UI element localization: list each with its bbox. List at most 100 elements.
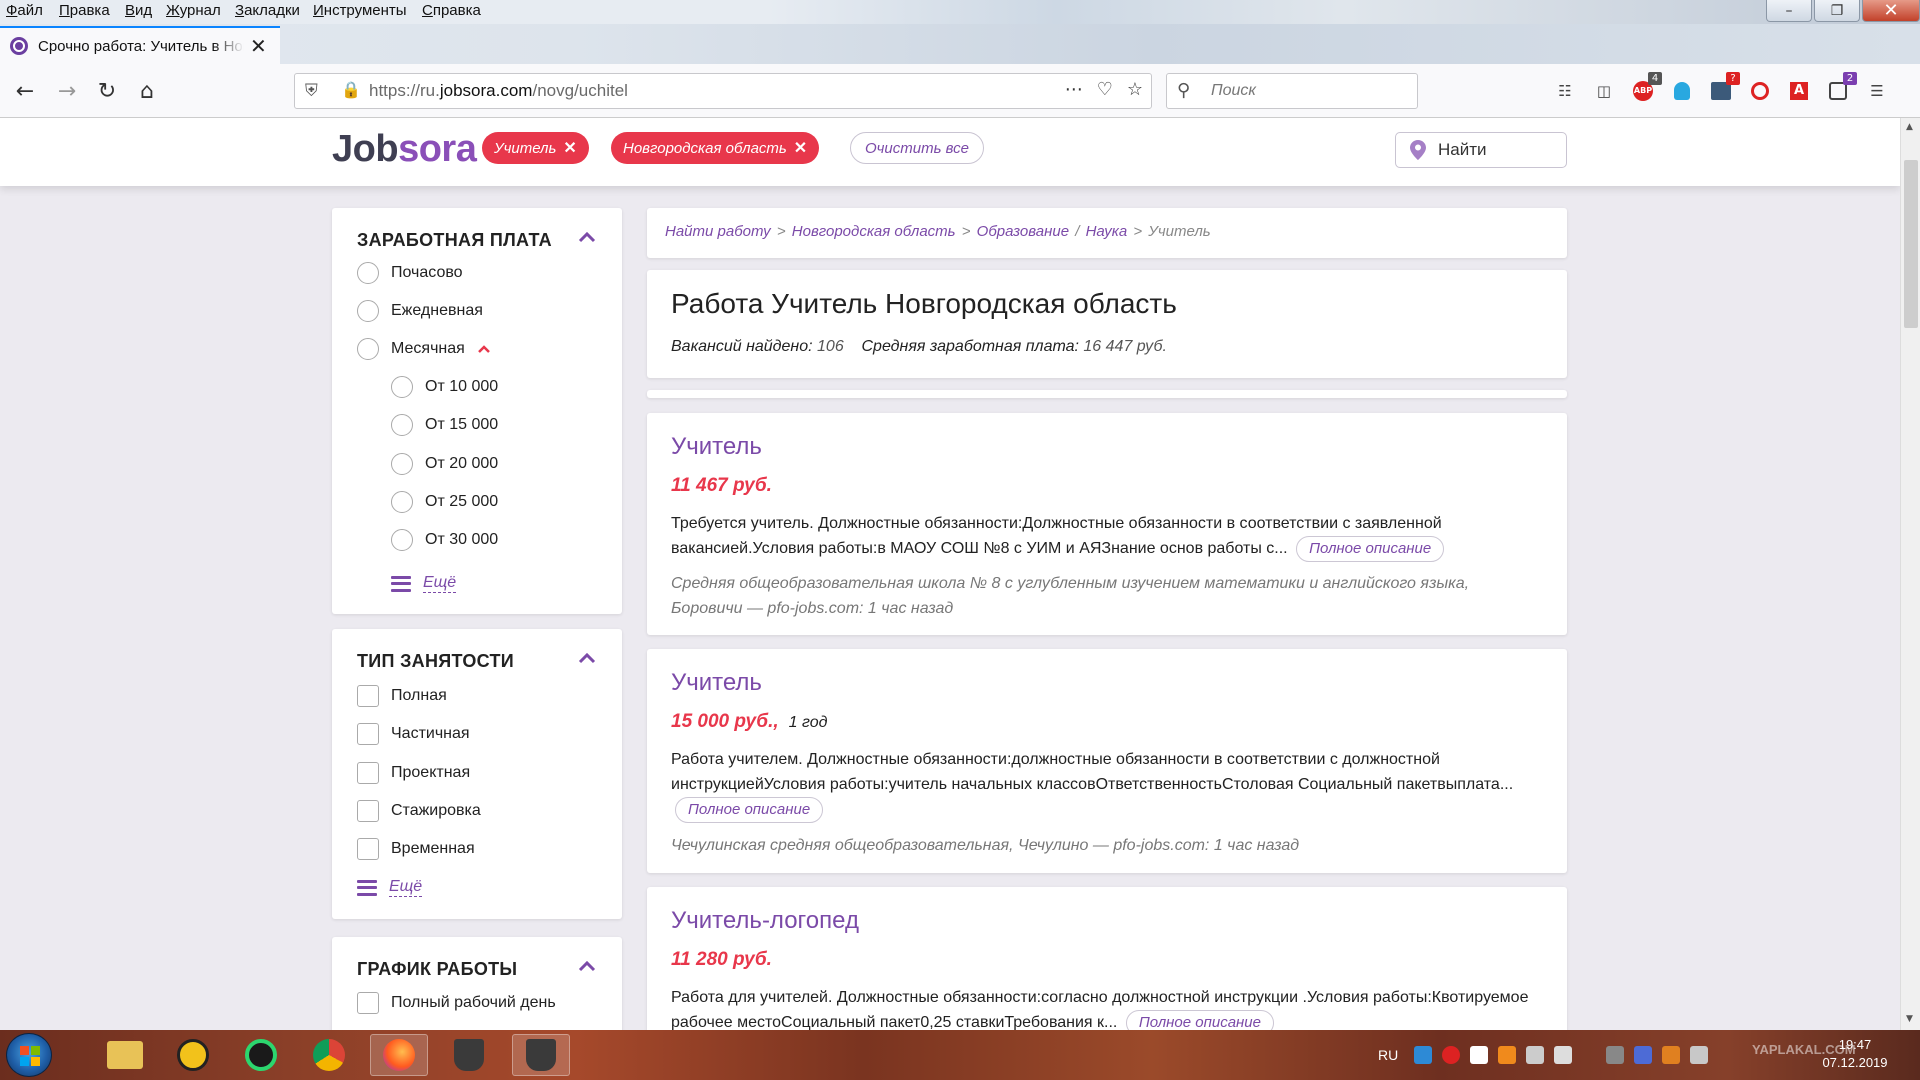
radio-button[interactable] [391, 491, 413, 513]
employment-option-internship[interactable]: Стажировка [357, 800, 481, 822]
find-button[interactable]: Найти [1395, 132, 1567, 168]
salary-sub-20000[interactable]: От 20 000 [391, 453, 498, 475]
menu-edit[interactable]: Правка [59, 2, 110, 19]
salary-sub-25000[interactable]: От 25 000 [391, 491, 498, 513]
menu-history[interactable]: Журнал [166, 2, 221, 19]
breadcrumb-region[interactable]: Новгородская область [792, 223, 956, 240]
tray-app-icon[interactable] [1470, 1046, 1489, 1064]
salary-sub-15000[interactable]: От 15 000 [391, 414, 498, 436]
checkbox[interactable] [357, 838, 379, 860]
breadcrumb-science[interactable]: Наука [1086, 223, 1128, 240]
salary-option-hourly[interactable]: Почасово [357, 262, 463, 284]
tray-app-icon[interactable] [1554, 1046, 1573, 1064]
full-description-button[interactable]: Полное описание [675, 797, 824, 823]
tray-app-icon[interactable] [1498, 1046, 1517, 1064]
adblock-icon[interactable]: ABP 4 [1630, 72, 1662, 104]
job-title-link[interactable]: Учитель-логопед [671, 907, 859, 935]
chip-remove-icon[interactable]: ✕ [794, 138, 807, 158]
chrome-taskbar-icon[interactable] [300, 1034, 358, 1076]
full-description-button[interactable]: Полное описание [1296, 536, 1445, 562]
job-card[interactable]: Учитель 11 467 руб. Требуется учитель. Д… [647, 413, 1567, 635]
jobsora-logo[interactable]: Jobsora [332, 128, 477, 171]
hamburger-menu-icon[interactable]: ☰ [1864, 78, 1890, 104]
radio-button[interactable] [391, 453, 413, 475]
ghost-extension-icon[interactable] [1669, 78, 1695, 104]
checkbox[interactable] [357, 762, 379, 784]
page-scrollbar[interactable]: ▲ ▼ [1900, 118, 1920, 1030]
pdf-extension-icon[interactable]: A [1786, 78, 1812, 104]
scroll-down-arrow-icon[interactable]: ▼ [1906, 1014, 1913, 1024]
tray-app-icon[interactable] [1662, 1046, 1681, 1064]
address-bar[interactable]: ⛨ 🔒 https://ru.jobsora.com/novg/uchitel … [294, 73, 1152, 109]
scroll-up-arrow-icon[interactable]: ▲ [1906, 122, 1913, 132]
reload-button[interactable]: ↻ [92, 76, 122, 106]
volume-icon[interactable] [1526, 1046, 1545, 1064]
home-button[interactable]: ⌂ [132, 76, 162, 106]
employment-more-link[interactable]: Ещё [357, 878, 423, 897]
tracking-shield-icon[interactable]: ⛨ [305, 81, 318, 101]
radio-button[interactable] [357, 338, 379, 360]
close-window-button[interactable]: ✕ [1862, 0, 1920, 22]
forward-button[interactable]: → [52, 76, 82, 106]
red-circle-extension-icon[interactable] [1747, 78, 1773, 104]
job-title-link[interactable]: Учитель [671, 433, 762, 461]
employment-option-temporary[interactable]: Временная [357, 838, 475, 860]
salary-sub-10000[interactable]: От 10 000 [391, 376, 498, 398]
tray-app-icon[interactable] [1442, 1046, 1461, 1064]
extension-icon[interactable]: ? [1708, 72, 1740, 104]
menu-help[interactable]: Справка [422, 2, 481, 19]
firefox-taskbar-icon[interactable] [370, 1034, 428, 1076]
radio-button[interactable] [357, 300, 379, 322]
radio-button[interactable] [391, 376, 413, 398]
checkbox[interactable] [357, 723, 379, 745]
keyboard-language[interactable]: RU [1378, 1047, 1398, 1063]
chevron-up-icon[interactable] [578, 959, 596, 973]
job-card[interactable]: Учитель 15 000 руб., 1 год Работа учителе… [647, 649, 1567, 873]
employment-option-project[interactable]: Проектная [357, 762, 470, 784]
tray-app-icon[interactable] [1634, 1046, 1653, 1064]
taskbar-clock[interactable]: 19:47 07.12.2019 [1800, 1036, 1910, 1072]
radio-button[interactable] [357, 262, 379, 284]
network-icon[interactable] [1606, 1046, 1625, 1064]
checkbox[interactable] [357, 685, 379, 707]
active-tab[interactable]: Срочно работа: Учитель в Новгородская об… [0, 26, 280, 64]
menu-tools[interactable]: Инструменты [313, 2, 407, 19]
app-green-taskbar-icon[interactable] [232, 1034, 290, 1076]
salary-option-monthly[interactable]: Месячная [357, 338, 491, 360]
chevron-up-icon[interactable] [578, 651, 596, 665]
clear-all-button[interactable]: Очистить все [850, 132, 985, 164]
chevron-up-small-icon[interactable] [477, 344, 491, 354]
world-of-tanks-taskbar-icon[interactable] [440, 1034, 498, 1076]
schedule-option-fullday[interactable]: Полный рабочий день [357, 992, 556, 1014]
employment-option-full[interactable]: Полная [357, 685, 447, 707]
salary-more-link[interactable]: Ещё [391, 574, 457, 593]
menu-bookmarks[interactable]: Закладки [235, 2, 300, 19]
tab-close-icon[interactable]: ✕ [250, 34, 267, 58]
page-actions-icon[interactable]: ⋯ [1065, 79, 1083, 100]
salary-option-daily[interactable]: Ежедневная [357, 300, 483, 322]
lock-icon[interactable]: 🔒 [341, 80, 361, 99]
bookmark-star-icon[interactable]: ☆ [1127, 79, 1143, 100]
breadcrumb-education[interactable]: Образование [977, 223, 1069, 240]
url-text[interactable]: https://ru.jobsora.com/novg/uchitel [369, 81, 628, 101]
maximize-button[interactable]: ❐ [1814, 0, 1860, 22]
back-button[interactable]: ← [10, 76, 40, 106]
explorer-taskbar-icon[interactable] [96, 1034, 154, 1076]
notes-extension-icon[interactable]: 2 [1825, 72, 1857, 104]
full-description-button[interactable]: Полное описание [1125, 1010, 1274, 1030]
radio-button[interactable] [391, 414, 413, 436]
scroll-thumb[interactable] [1904, 160, 1918, 328]
job-title-link[interactable]: Учитель [671, 669, 762, 697]
action-center-icon[interactable] [1690, 1046, 1709, 1064]
checkbox[interactable] [357, 800, 379, 822]
chip-region[interactable]: Новгородская область ✕ [611, 132, 820, 164]
job-card[interactable]: Учитель-логопед 11 280 руб. Работа для у… [647, 887, 1567, 1030]
chip-remove-icon[interactable]: ✕ [563, 138, 576, 158]
checkbox[interactable] [357, 992, 379, 1014]
chevron-up-icon[interactable] [578, 230, 596, 244]
sidebar-icon[interactable]: ◫ [1591, 78, 1617, 104]
world-of-tanks-2-taskbar-icon[interactable] [512, 1034, 570, 1076]
chip-teacher[interactable]: Учитель ✕ [482, 132, 589, 164]
salary-sub-30000[interactable]: От 30 000 [391, 529, 498, 551]
menu-file[interactable]: Файл [6, 2, 43, 19]
